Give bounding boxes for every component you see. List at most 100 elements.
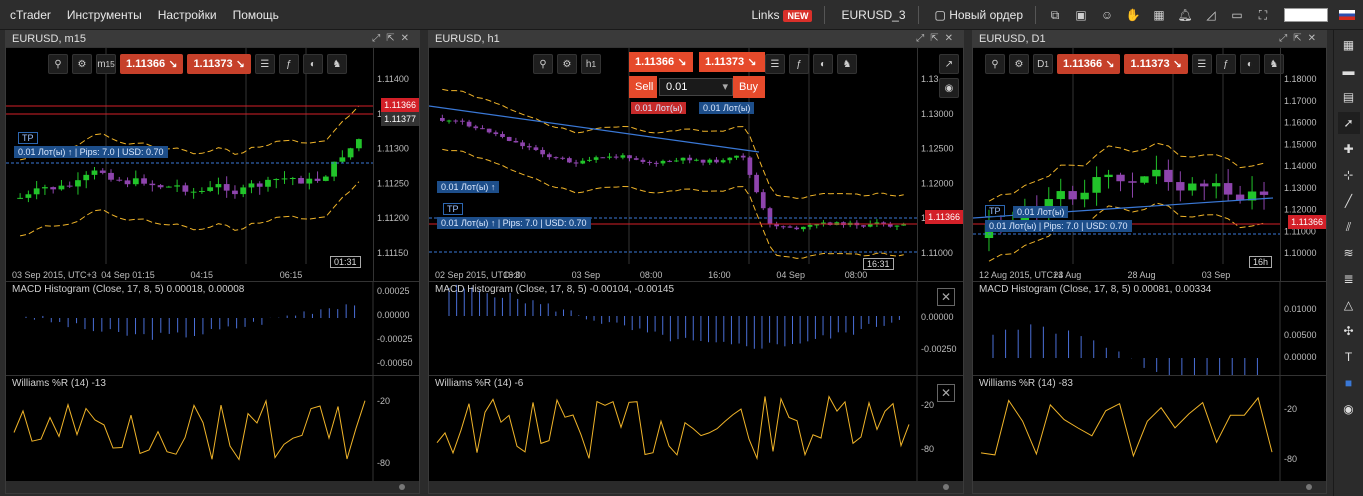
panel-controls[interactable]: ⤢⇱✕ xyxy=(1279,31,1322,47)
price-pane[interactable]: 1.114001.113501.113001.112501.112001.111… xyxy=(6,47,419,282)
tp-marker[interactable]: TP xyxy=(985,205,1005,217)
rectangle-icon[interactable]: ■ xyxy=(1338,372,1360,394)
zoom-icon[interactable]: ⚲ xyxy=(533,54,553,74)
links-button[interactable]: Links NEW xyxy=(751,8,813,22)
chart-settings-icon[interactable]: ⚙ xyxy=(72,54,92,74)
indicator-icon[interactable]: ƒ xyxy=(1215,54,1236,74)
template-icon[interactable]: ◐ xyxy=(302,54,323,74)
macd-pane[interactable]: 0.01000 0.00500 0.00000 MACD Histogram (Cl… xyxy=(973,281,1326,376)
cursor-icon[interactable]: ➚ xyxy=(1337,112,1360,134)
candle xyxy=(587,159,592,161)
timeframe-button[interactable]: h1 xyxy=(581,54,601,74)
williams-pane[interactable]: -20 -80 Williams %R (14) -13 xyxy=(6,375,419,482)
candle xyxy=(573,162,579,164)
horizontal-scrollbar[interactable] xyxy=(6,481,419,493)
shapes-icon[interactable]: ✣ xyxy=(1338,320,1360,342)
position-label[interactable]: 0.01 Лот(ы) xyxy=(1013,206,1069,218)
position-label[interactable]: 0.01 Лот(ы) ↑ xyxy=(437,181,500,193)
chart-settings-icon[interactable]: ⚙ xyxy=(1009,54,1029,74)
triangle-icon[interactable]: △ xyxy=(1338,294,1360,316)
indicator-icon[interactable]: ƒ xyxy=(278,54,299,74)
line-icon[interactable]: ╱ xyxy=(1338,190,1360,212)
buy-lot-label[interactable]: 0.01 Лот(ы) xyxy=(699,102,755,114)
indicator-icon[interactable]: ƒ xyxy=(789,54,809,74)
sell-price-button[interactable]: 1.11366 ↘ xyxy=(629,52,693,72)
scroll-handle[interactable] xyxy=(399,484,405,490)
candle xyxy=(1080,192,1089,200)
multi-layout-icon[interactable]: ▤ xyxy=(1338,86,1360,108)
calculator-icon[interactable]: ▦ xyxy=(1149,5,1169,25)
camera-icon[interactable]: ◉ xyxy=(1338,398,1360,420)
candle xyxy=(801,226,806,230)
position-detail-label[interactable]: 0.01 Лот(ы) ↑ | Pips: 7.0 | USD: 0.70 xyxy=(437,217,591,229)
position-label[interactable]: 0.01 Лот(ы) ↑ | Pips: 7.0 | USD: 0.70 xyxy=(14,146,168,158)
tp-marker[interactable]: TP xyxy=(443,203,463,215)
template-icon[interactable]: ◐ xyxy=(1239,54,1260,74)
new-order-button[interactable]: ▢ Новый ордер xyxy=(935,8,1023,22)
layout-icon[interactable]: ▭ xyxy=(1227,5,1247,25)
channel-icon[interactable]: ⫽ xyxy=(1338,216,1360,238)
quantity-input[interactable]: 0.01 ▾ xyxy=(659,78,733,96)
single-layout-icon[interactable]: ▬ xyxy=(1338,60,1360,82)
scroll-handle[interactable] xyxy=(1306,484,1312,490)
sell-price-button[interactable]: 1.11366 ↘ xyxy=(1057,54,1121,74)
scroll-handle[interactable] xyxy=(943,484,949,490)
horizontal-scrollbar[interactable] xyxy=(429,481,963,493)
people-icon[interactable]: ☺ xyxy=(1097,5,1117,25)
flag-icon[interactable] xyxy=(1339,10,1355,20)
macd-pane[interactable]: 0.00025 0.00000 -0.00025 -0.00050 MACD Hist… xyxy=(6,281,419,376)
fullscreen-icon[interactable]: ⛶ xyxy=(1253,5,1273,25)
horizontal-scrollbar[interactable] xyxy=(973,481,1326,493)
sell-price-button[interactable]: 1.11366 ↘ xyxy=(120,54,184,74)
list-icon[interactable]: ☰ xyxy=(1191,54,1212,74)
buy-button[interactable]: Buy xyxy=(733,76,765,98)
macd-pane[interactable]: 0.00000 -0.00250 MACD Histogram (Close, 1… xyxy=(429,281,963,376)
williams-pane[interactable]: -20 -80 Williams %R (14) -83 xyxy=(973,375,1326,482)
position-detail-label[interactable]: 0.01 Лот(ы) | Pips: 7.0 | USD: 0.70 xyxy=(985,220,1132,232)
timeframe-button[interactable]: D1 xyxy=(1033,54,1053,74)
bell-icon[interactable]: 🔔︎ xyxy=(1175,5,1195,25)
menu-help[interactable]: Помощь xyxy=(233,8,279,22)
panel-controls[interactable]: ⤢⇱✕ xyxy=(916,31,959,47)
symbol-selector[interactable]: EURUSD_3 xyxy=(841,8,905,22)
text-icon[interactable]: T xyxy=(1338,346,1360,368)
expand-icon[interactable]: ↗ xyxy=(939,54,959,74)
grid-layout-icon[interactable]: ▦ xyxy=(1338,34,1360,56)
chart-settings-icon[interactable]: ⚙ xyxy=(557,54,577,74)
template-icon[interactable]: ◐ xyxy=(813,54,833,74)
fibonacci-icon[interactable]: ≣ xyxy=(1338,268,1360,290)
buy-price-button[interactable]: 1.11373 ↘ xyxy=(1124,54,1188,74)
zoom-icon[interactable]: ⚲ xyxy=(48,54,68,74)
parallel-icon[interactable]: ≋ xyxy=(1338,242,1360,264)
axis-tick-label: -0.00050 xyxy=(377,358,413,368)
list-icon[interactable]: ☰ xyxy=(765,54,785,74)
list-icon[interactable]: ☰ xyxy=(254,54,275,74)
price-pane[interactable]: 1.131.130001.125001.120001.115001.110000… xyxy=(429,47,963,282)
price-pane[interactable]: 1.18000 1.17000 1.16000 1.15000 1.14000 1.130… xyxy=(973,47,1326,282)
buy-price-button[interactable]: 1.11373 ↘ xyxy=(187,54,251,74)
windows-icon[interactable]: ⧉ xyxy=(1045,5,1065,25)
menu-instruments[interactable]: Инструменты xyxy=(67,8,142,22)
account-box[interactable] xyxy=(1284,8,1328,22)
alert-icon[interactable]: ♞ xyxy=(326,54,347,74)
timeframe-button[interactable]: m 15 xyxy=(96,54,116,74)
sell-lot-label[interactable]: 0.01 Лот(ы) xyxy=(631,102,687,114)
buy-price-button[interactable]: 1.11373 ↘ xyxy=(699,52,765,72)
hand-icon[interactable]: ✋ xyxy=(1123,5,1143,25)
panel-controls[interactable]: ⤢⇱✕ xyxy=(372,31,415,47)
app-name[interactable]: cTrader xyxy=(10,8,51,22)
crosshair-icon[interactable]: ✚ xyxy=(1338,138,1360,160)
signal-icon[interactable]: ◿ xyxy=(1201,5,1221,25)
williams-pane[interactable]: -20 -80 Williams %R (14) -6 ✕ xyxy=(429,375,963,482)
close-indicator-button[interactable]: ✕ xyxy=(937,288,955,306)
sell-button[interactable]: Sell xyxy=(629,76,657,98)
alert-icon[interactable]: ♞ xyxy=(837,54,857,74)
pointer-icon[interactable]: ⊹ xyxy=(1338,164,1360,186)
zoom-icon[interactable]: ⚲ xyxy=(985,54,1005,74)
video-icon[interactable]: ▣ xyxy=(1071,5,1091,25)
close-indicator-button[interactable]: ✕ xyxy=(937,384,955,402)
panel-title: EURUSD, D1 xyxy=(979,33,1046,45)
camera-icon[interactable]: ◉ xyxy=(939,78,959,98)
menu-settings[interactable]: Настройки xyxy=(158,8,217,22)
tp-marker[interactable]: TP xyxy=(18,132,38,144)
